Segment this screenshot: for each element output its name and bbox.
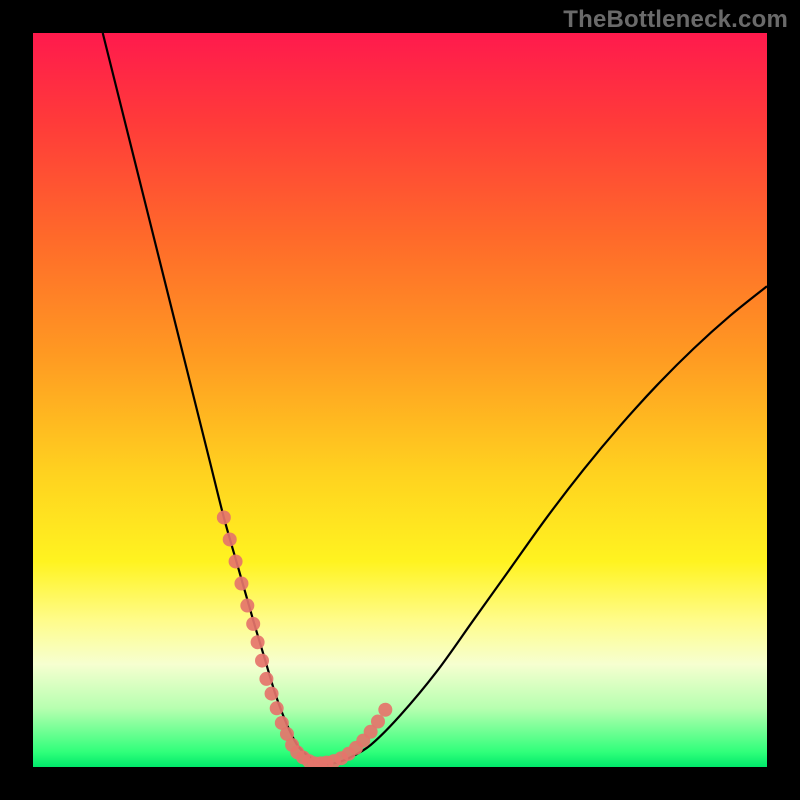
highlight-dot — [371, 714, 385, 728]
highlight-dot — [240, 599, 254, 613]
watermark-text: TheBottleneck.com — [563, 6, 788, 34]
highlight-dot — [255, 654, 269, 668]
highlight-dot — [251, 635, 265, 649]
highlight-dot — [378, 703, 392, 717]
highlight-dot — [223, 532, 237, 546]
chart-svg — [33, 33, 767, 767]
highlight-dot — [217, 510, 231, 524]
highlight-dots — [217, 510, 392, 767]
plot-area — [33, 33, 767, 767]
curve-layer — [103, 33, 767, 764]
highlight-dot — [270, 701, 284, 715]
chart-stage: TheBottleneck.com — [0, 0, 800, 800]
bottleneck-curve — [103, 33, 767, 764]
highlight-dot — [265, 687, 279, 701]
highlight-dot — [234, 577, 248, 591]
highlight-dot — [246, 617, 260, 631]
highlight-dot — [229, 554, 243, 568]
highlight-dot — [259, 672, 273, 686]
